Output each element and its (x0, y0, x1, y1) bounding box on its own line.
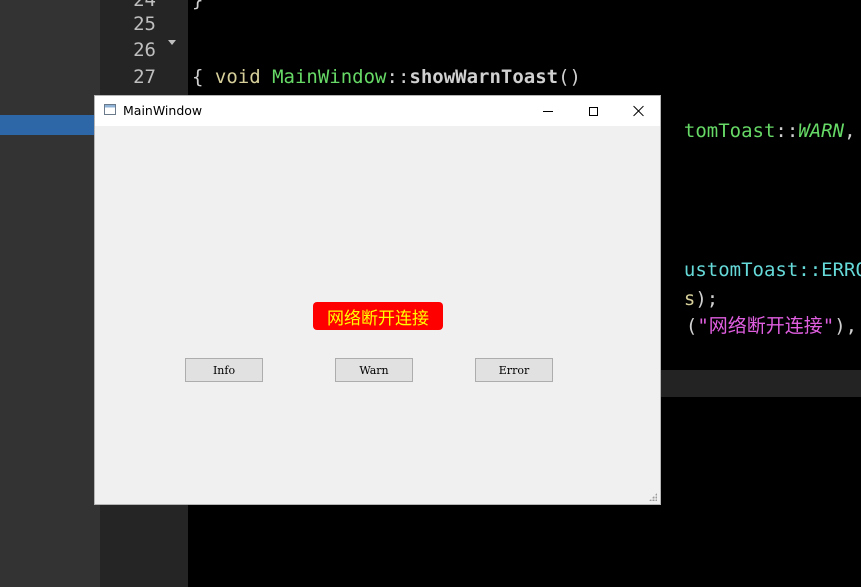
code-tail: ), (834, 315, 858, 337)
code-enum: ERRO (821, 259, 861, 281)
fold-arrow-icon[interactable] (168, 40, 176, 45)
line-number: 26 (133, 39, 156, 61)
window-title: MainWindow (123, 103, 203, 118)
code-class: tomToast (683, 120, 776, 142)
minimize-button[interactable] (525, 96, 571, 126)
info-button[interactable]: Info (185, 358, 263, 382)
code-sep: :: (798, 259, 822, 281)
code-line-partial-3[interactable]: s); (661, 259, 718, 310)
app-window-icon (104, 104, 116, 115)
close-icon (632, 105, 644, 117)
toast-message: 网络断开连接 (313, 302, 443, 330)
minimize-icon (543, 110, 553, 112)
code-line-partial-4[interactable]: ("网络断开连接"), (663, 286, 857, 337)
main-window: MainWindow 网络断开连接 Info Warn Error (94, 95, 661, 505)
code-line-partial-2[interactable]: ustomToast::ERRO (661, 230, 861, 281)
code-class: MainWindow (272, 66, 387, 88)
warn-button[interactable]: Warn (335, 358, 413, 382)
code-tail: , (844, 120, 856, 142)
window-titlebar[interactable]: MainWindow (95, 96, 660, 126)
error-button[interactable]: Error (475, 358, 553, 382)
code-paren: () (558, 66, 581, 88)
code-function: showWarnToast (409, 66, 559, 88)
line-number: 27 (133, 66, 156, 88)
code-sep: :: (386, 66, 410, 88)
code-keyword: void (214, 66, 261, 88)
maximize-icon (588, 106, 598, 116)
code-line-26[interactable]: void MainWindow::showWarnToast() (192, 37, 581, 88)
code-sep: :: (775, 120, 799, 142)
close-button[interactable] (615, 96, 661, 126)
code-line-partial-1[interactable]: tomToast::WARN, (661, 91, 856, 142)
code-paren: ( (685, 315, 698, 337)
ide-sidebar (0, 0, 100, 587)
line-number: 25 (133, 13, 156, 35)
code-string: "网络断开连接" (697, 315, 835, 337)
sidebar-selected-item[interactable] (0, 115, 100, 135)
code-brace-open: { (192, 66, 204, 88)
code-brace: } (192, 0, 204, 11)
code-enum: WARN (798, 120, 845, 142)
maximize-button[interactable] (570, 96, 616, 126)
resize-grip-icon[interactable] (649, 493, 657, 501)
